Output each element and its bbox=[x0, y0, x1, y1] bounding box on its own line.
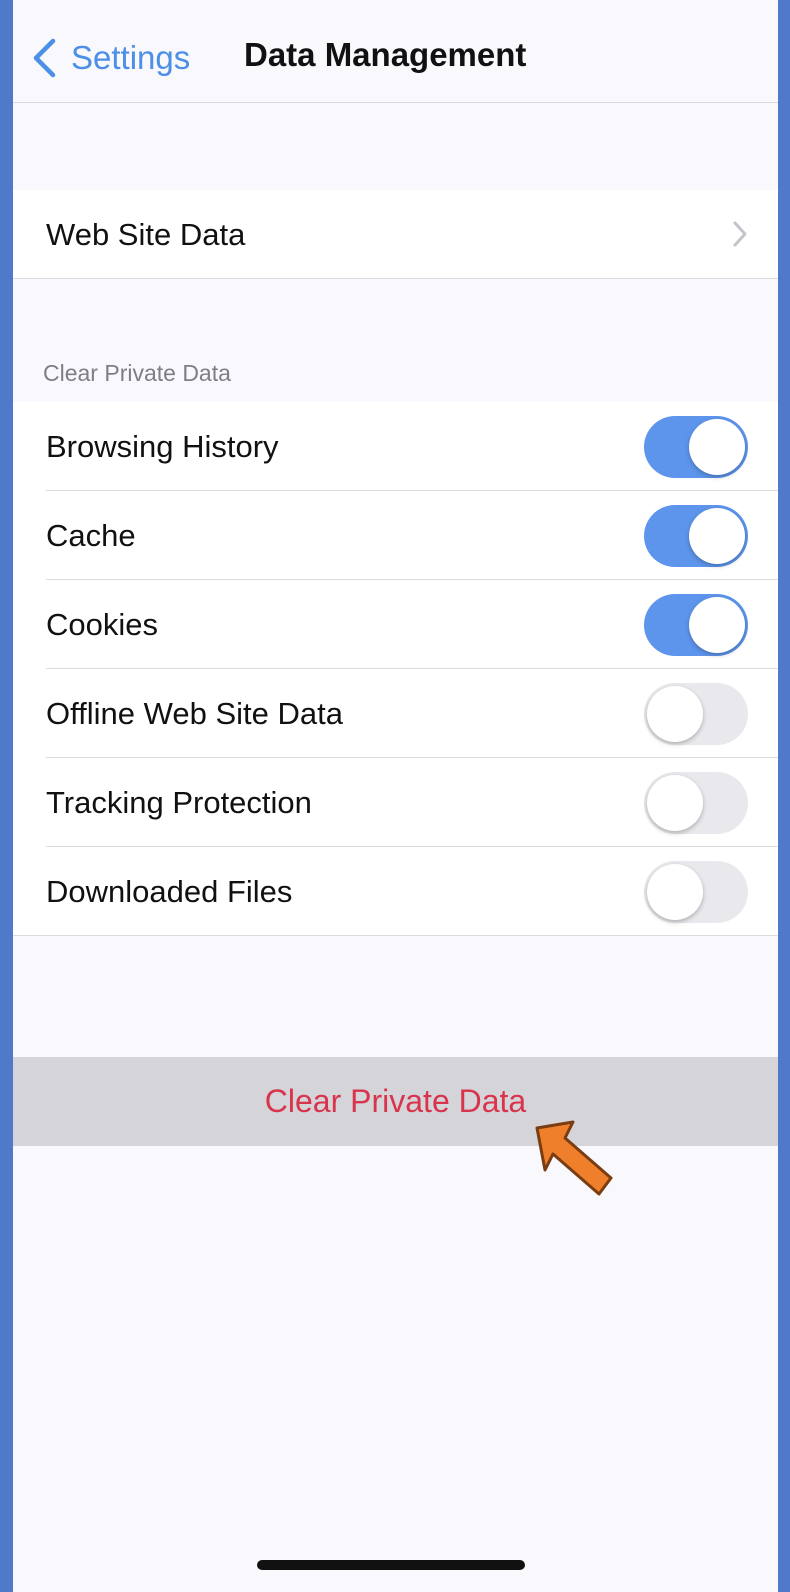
cache-toggle[interactable] bbox=[644, 505, 748, 567]
toggle-label: Cookies bbox=[46, 606, 158, 642]
toggle-knob bbox=[689, 597, 745, 653]
back-button[interactable]: Settings bbox=[31, 30, 190, 86]
tracking-protection-toggle[interactable] bbox=[644, 772, 748, 834]
website-data-label: Web Site Data bbox=[46, 216, 246, 252]
page-title: Data Management bbox=[244, 36, 527, 73]
toggle-row-browsing-history: Browsing History bbox=[13, 402, 778, 491]
chevron-left-icon bbox=[33, 38, 56, 78]
home-indicator[interactable] bbox=[257, 1560, 525, 1570]
toggle-row-downloaded-files: Downloaded Files bbox=[13, 847, 778, 936]
toggle-row-offline-web-site-data: Offline Web Site Data bbox=[13, 669, 778, 758]
toggle-label: Downloaded Files bbox=[46, 873, 293, 909]
toggle-knob bbox=[689, 508, 745, 564]
pointer-arrow-icon bbox=[535, 1120, 613, 1196]
toggle-label: Cache bbox=[46, 517, 136, 553]
toggle-row-cache: Cache bbox=[13, 491, 778, 580]
toggle-knob bbox=[647, 686, 703, 742]
offline-web-site-data-toggle[interactable] bbox=[644, 683, 748, 745]
toggle-row-cookies: Cookies bbox=[13, 580, 778, 669]
clear-private-data-group: Browsing History Cache Cookies Offline W… bbox=[13, 402, 778, 936]
clear-private-data-button[interactable]: Clear Private Data bbox=[13, 1057, 778, 1146]
cookies-toggle[interactable] bbox=[644, 594, 748, 656]
browsing-history-toggle[interactable] bbox=[644, 416, 748, 478]
downloaded-files-toggle[interactable] bbox=[644, 861, 748, 923]
toggle-row-tracking-protection: Tracking Protection bbox=[13, 758, 778, 847]
toggle-label: Tracking Protection bbox=[46, 784, 312, 820]
toggle-label: Browsing History bbox=[46, 428, 279, 464]
toggle-knob bbox=[647, 864, 703, 920]
chevron-right-icon bbox=[733, 221, 747, 247]
section-header-clear-private-data: Clear Private Data bbox=[43, 360, 231, 386]
back-button-label: Settings bbox=[71, 39, 191, 76]
toggle-knob bbox=[647, 775, 703, 831]
toggle-label: Offline Web Site Data bbox=[46, 695, 343, 731]
clear-private-data-label: Clear Private Data bbox=[264, 1083, 527, 1119]
screen: Settings Data Management Web Site Data C… bbox=[13, 0, 778, 1592]
website-data-group: Web Site Data bbox=[13, 190, 778, 279]
divider bbox=[13, 935, 778, 936]
divider bbox=[13, 278, 778, 279]
website-data-row[interactable]: Web Site Data bbox=[13, 190, 778, 279]
navigation-bar: Settings Data Management bbox=[13, 0, 778, 103]
toggle-knob bbox=[689, 419, 745, 475]
